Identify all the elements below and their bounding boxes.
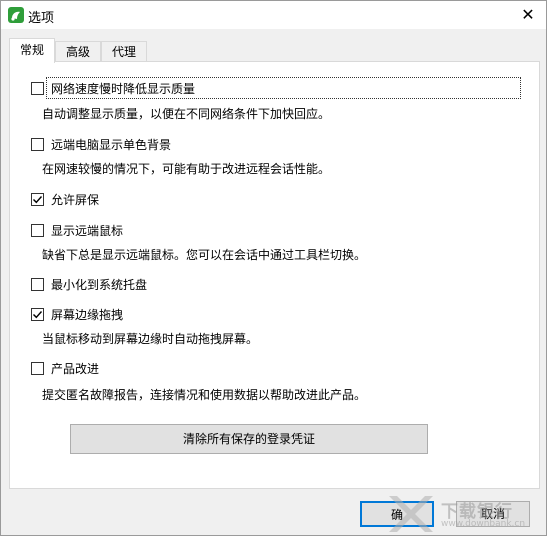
tab-general[interactable]: 常规 [9, 38, 55, 63]
checkmark-icon [33, 311, 43, 319]
solid-background-description: 在网速较慢的情况下，可能有助于改进远程会话性能。 [42, 162, 331, 176]
allow-screensaver-label[interactable]: 允许屏保 [51, 191, 99, 208]
show-remote-cursor-checkbox[interactable] [31, 224, 44, 237]
minimize-to-tray-checkbox[interactable] [31, 278, 44, 291]
title-bar: 选项 ✕ [1, 1, 546, 29]
solid-background-checkbox[interactable] [31, 138, 44, 151]
solid-background-label[interactable]: 远端电脑显示单色背景 [51, 136, 171, 153]
tab-advanced[interactable]: 高级 [55, 41, 101, 62]
allow-screensaver-checkbox[interactable] [31, 193, 44, 206]
cancel-button[interactable]: 取消 [456, 501, 530, 527]
clear-saved-credentials-button[interactable]: 清除所有保存的登录凭证 [70, 424, 428, 454]
edge-drag-checkbox[interactable] [31, 308, 44, 321]
minimize-to-tray-label[interactable]: 最小化到系统托盘 [51, 276, 147, 293]
options-dialog: 选项 ✕ 常规 高级 代理 网络速度慢时降低显示质量 自动调整显示质量，以便在不… [0, 0, 547, 536]
edge-drag-description: 当鼠标移动到屏幕边缘时自动拖拽屏幕。 [42, 332, 259, 346]
product-improvement-label[interactable]: 产品改进 [51, 360, 99, 377]
show-remote-cursor-description: 缺省下总是显示远端鼠标。您可以在会话中通过工具栏切换。 [42, 248, 367, 262]
show-remote-cursor-label[interactable]: 显示远端鼠标 [51, 222, 123, 239]
close-icon: ✕ [521, 5, 535, 24]
product-improvement-checkbox[interactable] [31, 362, 44, 375]
tab-proxy[interactable]: 代理 [101, 41, 147, 62]
edge-drag-label[interactable]: 屏幕边缘拖拽 [51, 306, 123, 323]
reduce-quality-label[interactable]: 网络速度慢时降低显示质量 [51, 80, 195, 97]
app-logo-icon [8, 7, 24, 23]
reduce-quality-description: 自动调整显示质量，以便在不同网络条件下加快回应。 [42, 107, 331, 121]
product-improvement-description: 提交匿名故障报告，连接情况和使用数据以帮助改进此产品。 [42, 388, 367, 402]
window-title: 选项 [28, 11, 55, 26]
reduce-quality-checkbox[interactable] [31, 82, 44, 95]
ok-button[interactable]: 确 [360, 501, 434, 527]
checkmark-icon [33, 196, 43, 204]
general-panel: 网络速度慢时降低显示质量 自动调整显示质量，以便在不同网络条件下加快回应。 远端… [9, 61, 540, 489]
close-button[interactable]: ✕ [510, 1, 546, 29]
